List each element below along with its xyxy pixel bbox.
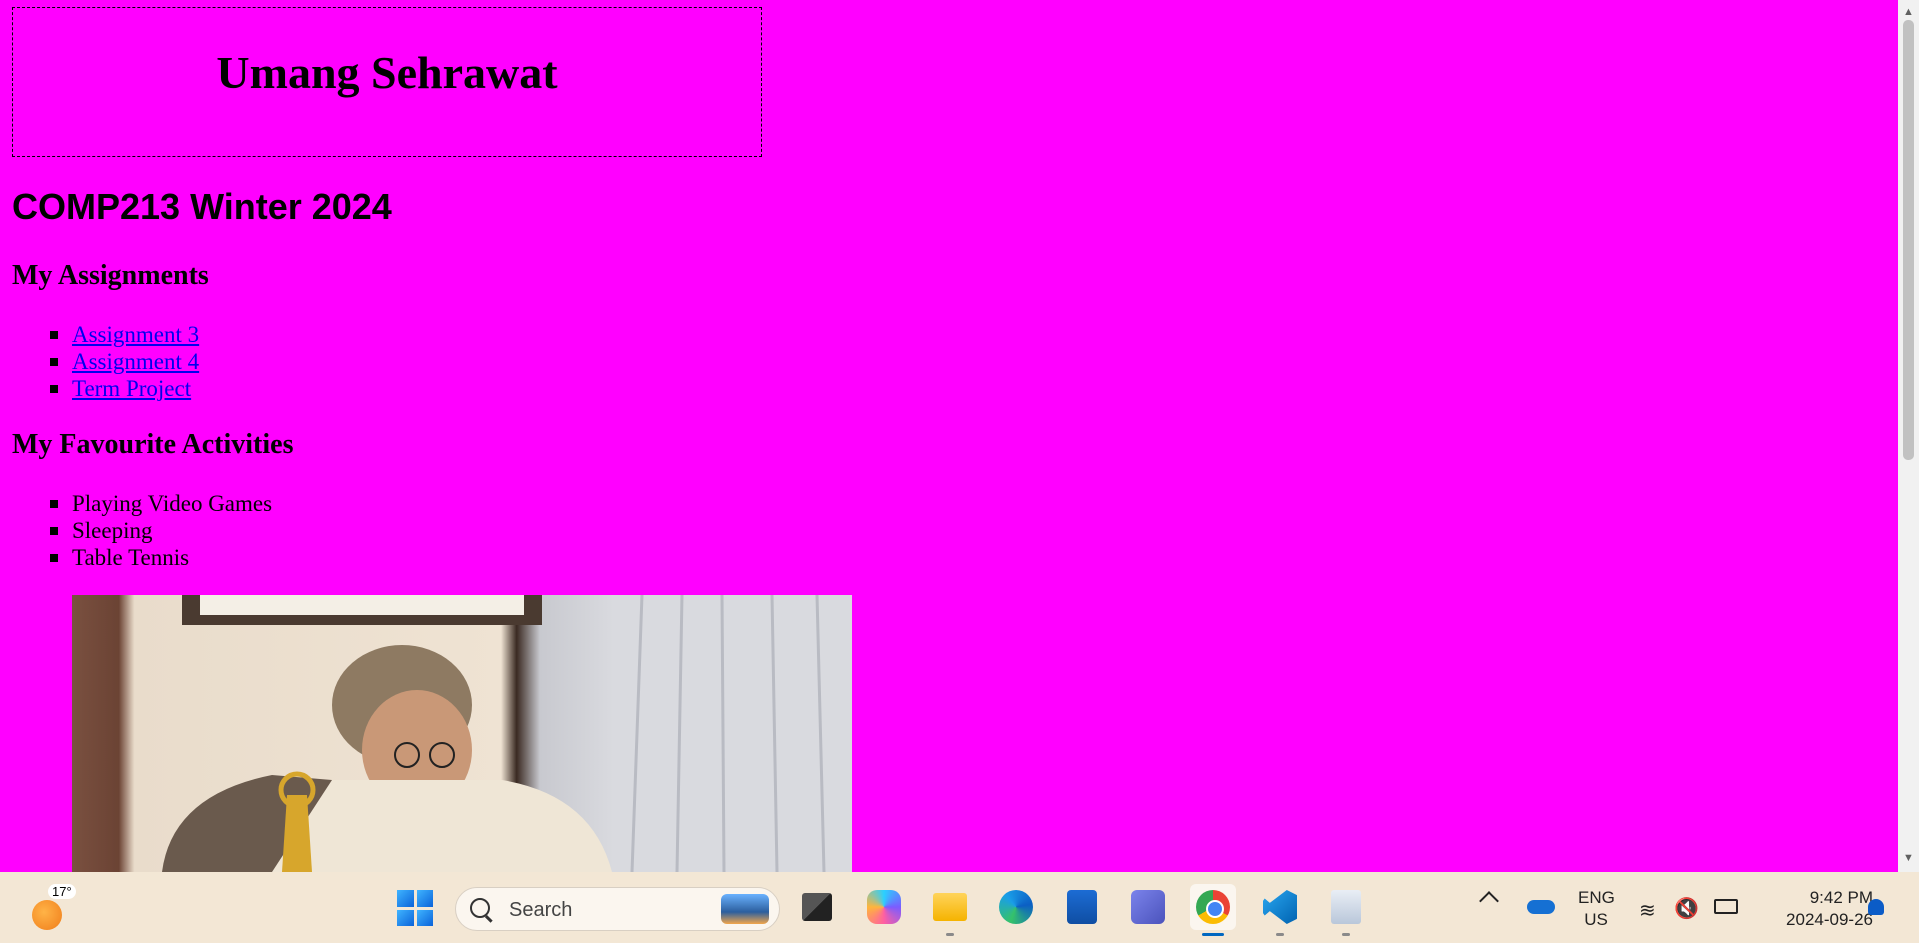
running-indicator [1342, 933, 1350, 936]
scroll-down-arrow-icon[interactable]: ▼ [1903, 852, 1914, 864]
clock[interactable]: 9:42 PM 2024-09-26 [1755, 887, 1873, 931]
chrome-button[interactable] [1190, 884, 1236, 936]
list-item: Sleeping [48, 517, 272, 544]
site-title: Umang Sehrawat [216, 47, 558, 98]
activities-list: Playing Video Games Sleeping Table Tenni… [48, 490, 272, 571]
notes-icon [1331, 890, 1361, 924]
weather-temperature: 17° [48, 884, 76, 899]
list-item: Assignment 3 [48, 321, 199, 348]
language-indicator[interactable]: ENG US [1578, 887, 1615, 931]
vscode-button[interactable] [1257, 884, 1303, 936]
active-indicator [1202, 933, 1224, 936]
windows-logo-icon [397, 890, 414, 907]
start-button[interactable] [397, 890, 433, 926]
assignment-3-link[interactable]: Assignment 3 [72, 322, 199, 347]
activities-heading: My Favourite Activities [12, 429, 294, 460]
battery-icon[interactable] [1714, 899, 1738, 914]
vertical-scrollbar[interactable]: ▲ ▼ [1898, 0, 1919, 872]
taskbar-search[interactable]: Search [455, 887, 780, 931]
file-explorer-button[interactable] [927, 884, 973, 936]
photo-illustration [162, 595, 852, 872]
running-indicator [1276, 933, 1284, 936]
running-indicator [946, 933, 954, 936]
curtain [612, 595, 852, 872]
assignments-heading: My Assignments [12, 260, 209, 291]
notes-button[interactable] [1323, 884, 1369, 936]
weather-widget[interactable]: 17° [28, 884, 76, 932]
profile-photo [72, 595, 852, 872]
clock-time: 9:42 PM [1809, 888, 1873, 907]
web-page: Umang Sehrawat COMP213 Winter 2024 My As… [0, 0, 1898, 872]
weather-moon-icon [32, 900, 62, 930]
language-region: US [1584, 910, 1608, 929]
assignment-4-link[interactable]: Assignment 4 [72, 349, 199, 374]
teams-icon [1131, 890, 1165, 924]
list-item: Table Tennis [48, 544, 272, 571]
onedrive-icon[interactable] [1527, 900, 1555, 914]
taskbar: 17° Search ENG US ≋ 🔇 9:42 PM 2024-09-26 [0, 872, 1919, 943]
task-view-button[interactable] [794, 884, 840, 930]
chrome-icon [1196, 890, 1230, 924]
store-button[interactable] [1059, 884, 1105, 930]
store-icon [1067, 890, 1097, 924]
copilot-button[interactable] [861, 884, 907, 930]
search-label: Search [509, 899, 573, 921]
term-project-link[interactable]: Term Project [72, 376, 191, 401]
scroll-up-arrow-icon[interactable]: ▲ [1903, 6, 1914, 18]
copilot-icon [867, 890, 901, 924]
list-item: Playing Video Games [48, 490, 272, 517]
wifi-icon[interactable]: ≋ [1639, 898, 1656, 923]
course-title: COMP213 Winter 2024 [12, 186, 392, 227]
search-icon [470, 898, 490, 918]
list-item: Assignment 4 [48, 348, 199, 375]
clock-date: 2024-09-26 [1786, 910, 1873, 929]
scroll-thumb[interactable] [1903, 20, 1914, 460]
teams-button[interactable] [1125, 884, 1171, 930]
vscode-icon [1263, 890, 1297, 924]
search-highlight-icon [721, 894, 769, 924]
assignments-list: Assignment 3 Assignment 4 Term Project [48, 321, 199, 402]
chevron-up-icon[interactable] [1479, 891, 1499, 911]
list-item: Term Project [48, 375, 199, 402]
edge-icon [999, 890, 1033, 924]
volume-muted-icon[interactable]: 🔇 [1674, 896, 1699, 921]
edge-button[interactable] [993, 884, 1039, 930]
notification-bell-icon[interactable] [1868, 899, 1884, 915]
header-box: Umang Sehrawat [12, 7, 762, 157]
language-code: ENG [1578, 888, 1615, 907]
picture-frame-inner [200, 595, 524, 615]
task-view-icon [802, 893, 832, 921]
folder-icon [933, 893, 967, 921]
